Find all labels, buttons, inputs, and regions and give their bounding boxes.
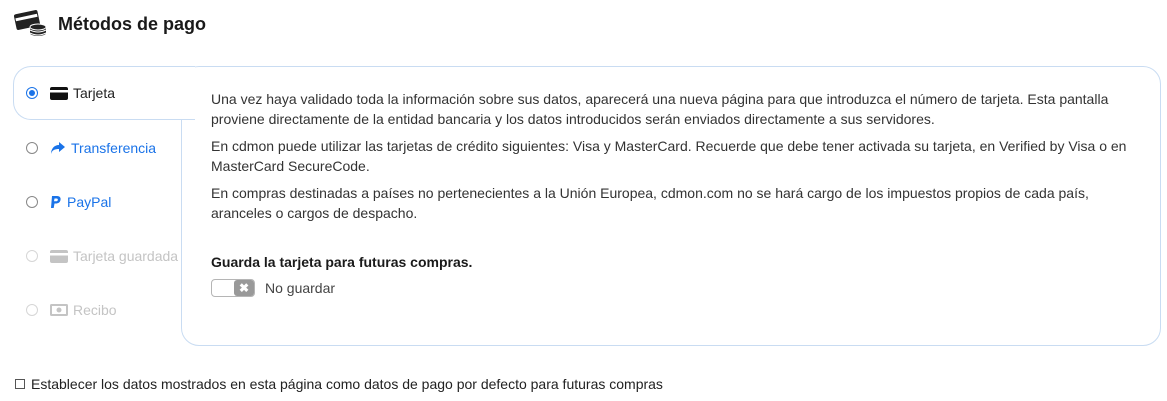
method-tarjeta[interactable]: Tarjeta [26,85,115,101]
page-header: Métodos de pago [13,8,206,40]
info-paragraph: Una vez haya validado toda la informació… [211,91,1109,127]
save-card-toggle[interactable]: ✖ [211,279,255,297]
method-label: Tarjeta [73,85,116,101]
paypal-icon [50,195,62,209]
card-info-text: Una vez haya validado toda la informació… [211,89,1141,230]
method-label: Tarjeta guardada [73,248,179,264]
save-card-title: Guarda la tarjeta para futuras compras. [211,254,473,270]
info-paragraph: En cdmon puede utilizar las tarjetas de … [211,138,1127,174]
credit-card-icon [50,249,68,263]
default-payment-checkbox[interactable] [15,379,25,389]
radio-recibo[interactable] [26,304,38,316]
default-payment-row: Establecer los datos mostrados en esta p… [15,376,663,392]
page-title: Métodos de pago [58,13,206,34]
radio-tarjeta-guardada[interactable] [26,250,38,262]
card-coins-icon [13,8,48,40]
radio-transferencia[interactable] [26,142,38,154]
close-icon: ✖ [234,280,254,296]
method-label: PayPal [67,194,112,210]
radio-paypal[interactable] [26,196,38,208]
method-recibo[interactable]: Recibo [26,302,117,318]
method-label: Transferencia [71,140,157,156]
method-label: Recibo [73,302,117,318]
info-paragraph: En compras destinadas a países no perten… [211,185,1089,221]
save-card-toggle-row: ✖ No guardar [211,279,335,297]
money-bill-icon [50,304,68,316]
method-paypal[interactable]: PayPal [26,194,111,210]
share-arrow-icon [50,141,66,155]
method-transferencia[interactable]: Transferencia [26,140,156,156]
default-payment-label[interactable]: Establecer los datos mostrados en esta p… [31,376,663,392]
method-tarjeta-guardada[interactable]: Tarjeta guardada [26,248,178,264]
radio-tarjeta[interactable] [26,87,38,99]
save-card-toggle-label: No guardar [265,280,336,296]
credit-card-icon [50,86,68,100]
